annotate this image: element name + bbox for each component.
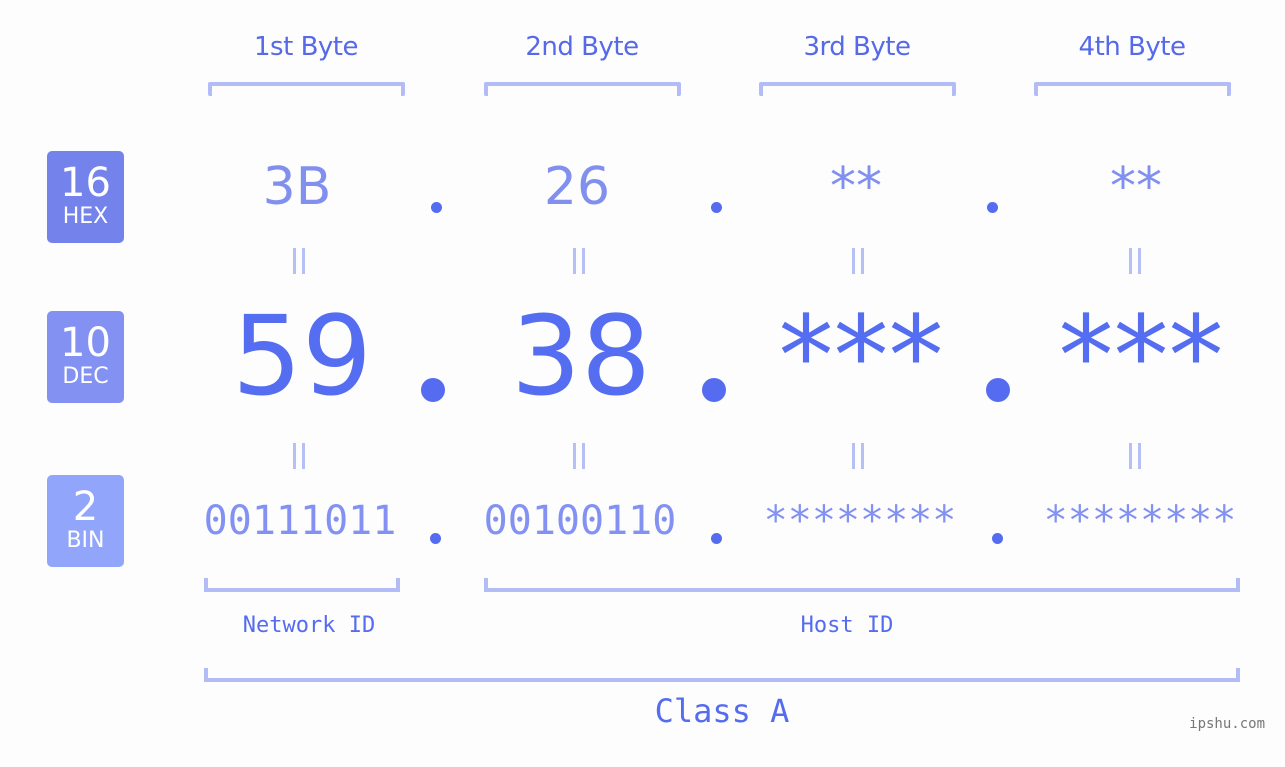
hex-badge: 16 HEX [47,151,124,243]
byte-header-2: 2nd Byte [525,32,639,62]
hex-byte-2: 26 [543,157,611,217]
bin-byte-3: ******** [763,498,957,544]
host-id-bracket [484,578,1240,592]
network-id-label: Network ID [242,613,376,638]
byte-header-4: 4th Byte [1078,32,1186,62]
dec-byte-3: *** [778,292,944,420]
bin-byte-1: 00111011 [203,498,397,544]
equals-icon [850,248,866,274]
equals-icon [291,248,307,274]
equals-icon [571,248,587,274]
byte-header-3: 3rd Byte [803,32,911,62]
watermark: ipshu.com [1189,716,1265,732]
dec-separator-dot [702,378,726,402]
byte-2-bracket [484,82,681,96]
byte-1-bracket [208,82,405,96]
dec-separator-dot [986,378,1010,402]
bin-separator-dot [992,533,1003,544]
hex-badge-label: HEX [62,204,109,229]
byte-4-bracket [1034,82,1231,96]
bin-separator-dot [430,533,441,544]
hex-separator-dot [431,202,442,213]
hex-separator-dot [987,202,998,213]
ip-class-bracket [204,668,1240,682]
bin-separator-dot [711,533,722,544]
dec-separator-dot [421,378,445,402]
network-id-bracket [204,578,400,592]
byte-header-1: 1st Byte [254,32,358,62]
dec-badge: 10 DEC [47,311,124,403]
bin-byte-2: 00100110 [483,498,677,544]
equals-icon [291,443,307,469]
equals-icon [571,443,587,469]
host-id-label: Host ID [800,613,894,638]
equals-icon [850,443,866,469]
hex-separator-dot [711,202,722,213]
ip-class-label: Class A [654,692,790,730]
dec-byte-2: 38 [511,292,651,420]
dec-badge-number: 10 [60,320,111,366]
hex-byte-4: ** [1110,157,1162,217]
hex-byte-1: 3B [262,157,332,217]
byte-3-bracket [759,82,956,96]
bin-badge-number: 2 [72,484,99,530]
dec-badge-label: DEC [62,364,109,389]
equals-icon [1127,248,1143,274]
hex-badge-number: 16 [60,160,111,206]
bin-badge: 2 BIN [47,475,124,567]
equals-icon [1127,443,1143,469]
dec-byte-1: 59 [232,292,372,420]
bin-byte-4: ******** [1043,498,1237,544]
bin-badge-label: BIN [66,528,105,553]
dec-byte-4: *** [1058,292,1224,420]
hex-byte-3: ** [830,157,882,217]
